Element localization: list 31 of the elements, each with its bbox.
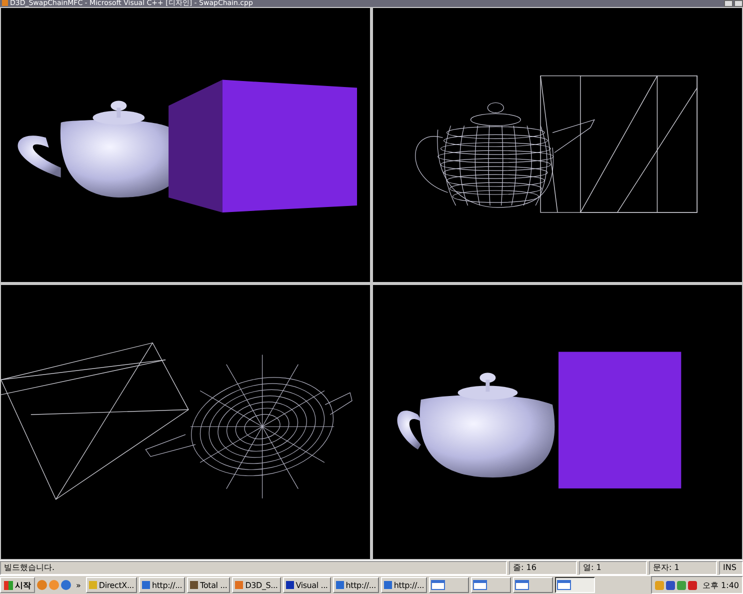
taskbar-button[interactable]: D3D_S... <box>232 577 281 593</box>
app-icon <box>88 581 97 589</box>
app-icon <box>142 581 150 589</box>
window-icon <box>432 581 444 589</box>
close-button[interactable] <box>734 0 743 6</box>
taskbar-button[interactable]: DirectX... <box>86 577 137 593</box>
window-icon <box>558 581 570 589</box>
window-icon <box>516 581 528 589</box>
app-icon <box>286 581 294 589</box>
char-indicator: 문자: 1 <box>649 561 717 575</box>
window-icon <box>474 581 486 589</box>
taskbar-button[interactable]: Visual ... <box>282 577 331 593</box>
app-icon <box>235 581 244 589</box>
taskbar-button[interactable]: Total ... <box>187 577 230 593</box>
app-icon <box>336 581 344 589</box>
windows-flag-icon <box>4 580 13 590</box>
restore-button[interactable] <box>724 0 733 6</box>
taskbar-button[interactable]: http://... <box>138 577 186 593</box>
app-icon <box>384 581 392 589</box>
line-indicator: 줄: 16 <box>509 561 577 575</box>
start-button[interactable]: 시작 <box>0 577 35 593</box>
insert-mode-indicator: INS <box>719 561 743 575</box>
more-button[interactable]: » <box>73 580 84 590</box>
clock: 오후 1:40 <box>702 580 739 590</box>
column-indicator: 열: 1 <box>579 561 647 575</box>
app-icon <box>190 581 198 589</box>
taskbar-button[interactable]: http://... <box>332 577 379 593</box>
app-icon <box>2 0 8 6</box>
taskbar-button[interactable]: http://... <box>380 577 428 593</box>
status-message: 빌드했습니다. <box>0 561 507 575</box>
taskbar-button[interactable] <box>555 577 596 593</box>
